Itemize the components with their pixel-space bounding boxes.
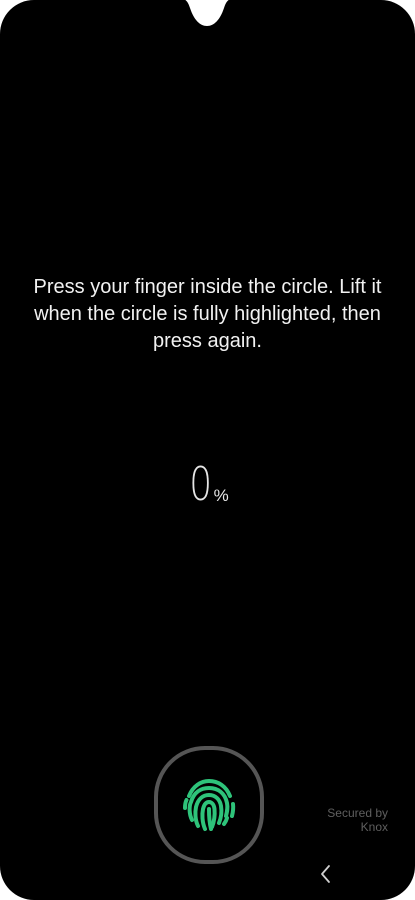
camera-notch xyxy=(185,0,229,26)
progress-value: 0 xyxy=(189,457,213,511)
fingerprint-icon xyxy=(183,778,236,831)
knox-label-line2: Knox xyxy=(360,820,388,834)
progress-unit: % xyxy=(213,486,229,505)
chevron-left-icon xyxy=(321,865,330,883)
knox-label-line1: Secured by xyxy=(327,806,388,820)
secured-by-knox-label: Secured by Knox xyxy=(327,806,388,834)
fingerprint-sensor-area[interactable] xyxy=(154,746,264,864)
back-button[interactable] xyxy=(312,860,340,888)
instruction-text: Press your finger inside the circle. Lif… xyxy=(33,276,382,352)
progress-indicator: 0% xyxy=(0,456,415,512)
fingerprint-registration-screen: Press your finger inside the circle. Lif… xyxy=(0,0,415,900)
